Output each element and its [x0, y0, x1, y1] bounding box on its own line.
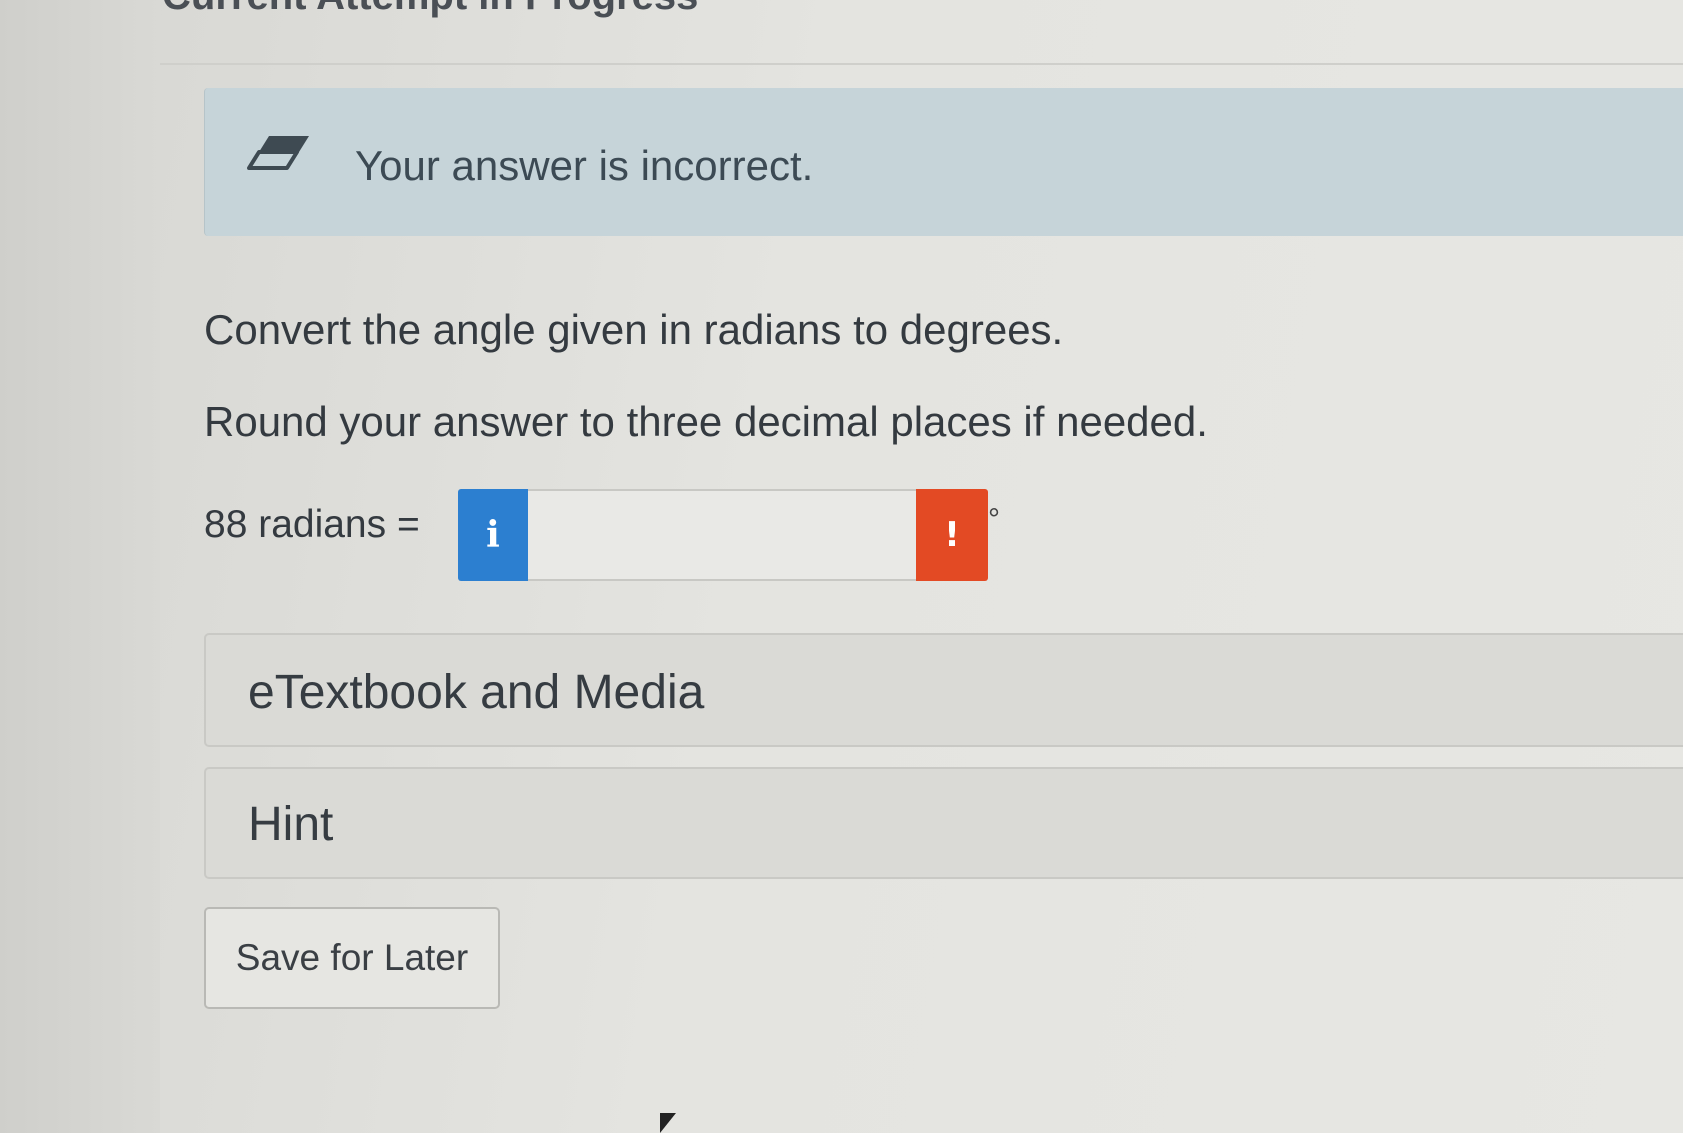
etextbook-media-panel[interactable]: eTextbook and Media	[204, 633, 1683, 747]
error-indicator-button[interactable]: !	[916, 489, 988, 581]
answer-input[interactable]	[528, 489, 916, 581]
page-heading: Current Attempt in Progress	[162, 0, 698, 19]
hint-panel[interactable]: Hint	[204, 767, 1683, 879]
answer-group: i !	[458, 489, 988, 581]
heading-divider	[160, 63, 1683, 65]
feedback-message: Your answer is incorrect.	[355, 142, 814, 189]
save-for-later-button[interactable]: Save for Later	[204, 907, 500, 1009]
degree-symbol: °	[988, 503, 1000, 536]
hint-label: Hint	[248, 798, 334, 851]
etextbook-media-label: eTextbook and Media	[248, 666, 705, 719]
question-prompt: Convert the angle given in radians to de…	[204, 306, 1064, 353]
rounding-instruction: Round your answer to three decimal place…	[204, 398, 1208, 445]
mouse-cursor-icon	[660, 1113, 676, 1133]
eraser-icon	[247, 132, 311, 176]
feedback-banner: Your answer is incorrect.	[204, 88, 1683, 236]
equation-label: 88 radians =	[204, 503, 420, 546]
info-button[interactable]: i	[458, 489, 528, 581]
left-margin	[0, 0, 160, 1133]
